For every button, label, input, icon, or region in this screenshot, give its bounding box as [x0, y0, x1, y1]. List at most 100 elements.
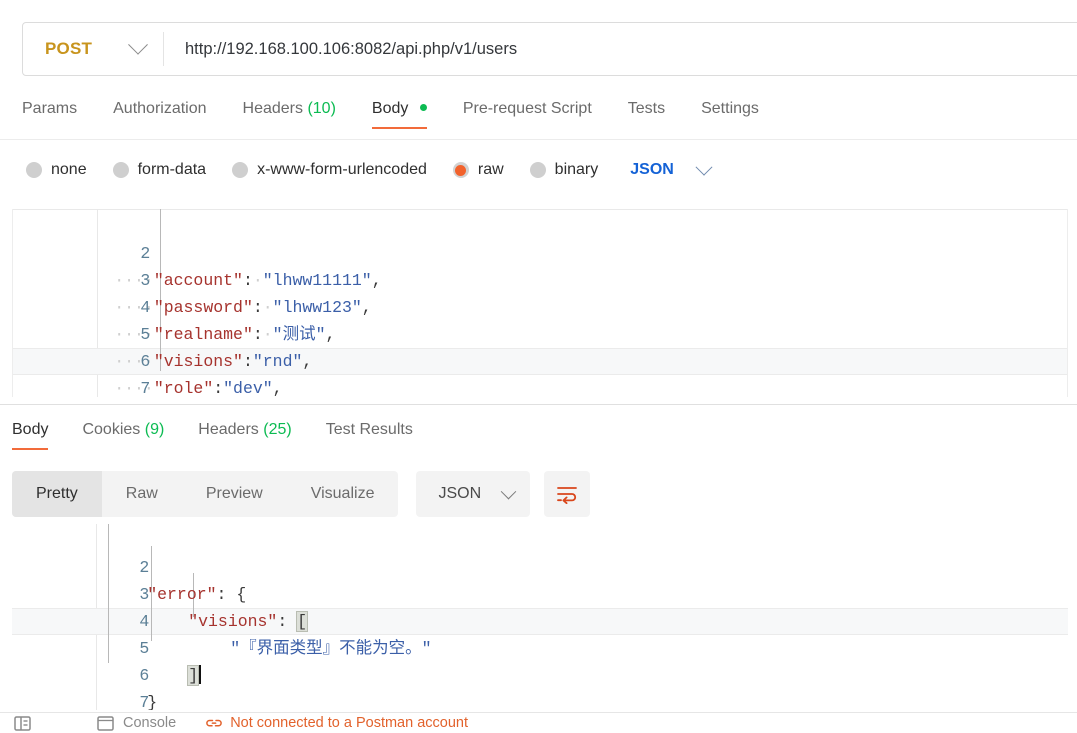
editor-top-divider — [13, 209, 1067, 210]
line-number: 5 — [92, 321, 150, 348]
console-button[interactable]: Console — [97, 715, 176, 731]
body-type-urlencoded[interactable]: x-www-form-urlencoded — [232, 161, 427, 179]
line-number: 5 — [91, 635, 149, 662]
body-modified-dot-icon — [420, 104, 427, 111]
response-view-toolbar: Pretty Raw Preview Visualize JSON — [12, 471, 590, 517]
response-body-editor[interactable]: 2 "error": { 3 "visions": [ 4 "『界面类型』不能为… — [12, 524, 1068, 710]
code-line: 2 "error": { — [12, 527, 1068, 554]
line-number: 4 — [92, 294, 150, 321]
response-tab-cookies-label: Cookies — [82, 421, 140, 438]
body-type-raw-label: raw — [478, 161, 504, 179]
space-dot: · — [263, 325, 273, 344]
tab-settings-label: Settings — [701, 100, 759, 117]
response-tab-headers[interactable]: Headers (25) — [198, 417, 291, 450]
chevron-down-icon[interactable] — [695, 159, 712, 176]
response-tab-cookies[interactable]: Cookies (9) — [82, 417, 164, 450]
json-comma: , — [273, 379, 283, 397]
view-mode-visualize[interactable]: Visualize — [287, 471, 399, 517]
json-comma: , — [372, 271, 382, 290]
tab-body[interactable]: Body — [372, 96, 427, 129]
postman-account-status[interactable]: Not connected to a Postman account — [206, 715, 468, 731]
chevron-down-icon — [501, 483, 517, 499]
json-value: "dev" — [223, 379, 273, 397]
space-dot: · — [253, 271, 263, 290]
response-tab-body[interactable]: Body — [12, 417, 48, 450]
json-key: "role" — [154, 379, 213, 397]
word-wrap-icon — [556, 484, 578, 504]
sidebar-toggle-button[interactable] — [14, 716, 31, 731]
body-type-form-data[interactable]: form-data — [113, 161, 206, 179]
tab-headers[interactable]: Headers (10) — [243, 96, 336, 129]
bracket-match-close: ] — [188, 666, 198, 685]
request-body-editor[interactable]: 2 ····"account":·"lhww11111", 3 ····"pas… — [12, 209, 1068, 397]
response-view-mode-group: Pretty Raw Preview Visualize — [12, 471, 398, 517]
word-wrap-button[interactable] — [544, 471, 590, 517]
json-value: "rnd" — [253, 352, 303, 371]
bracket-match-open: [ — [297, 612, 307, 631]
tab-settings[interactable]: Settings — [701, 96, 759, 129]
tab-body-label: Body — [372, 100, 408, 117]
line-content: "error": { — [147, 581, 246, 608]
json-comma: , — [362, 298, 372, 317]
text-cursor — [199, 665, 201, 684]
code-line: 3 ····"password":·"lhww123", — [13, 240, 1067, 267]
tab-headers-count: (10) — [307, 100, 335, 117]
json-key: "visions" — [188, 612, 277, 631]
code-line-active: 5 ] — [12, 608, 1068, 635]
response-tab-headers-count: (25) — [263, 421, 291, 438]
json-colon: : — [253, 298, 263, 317]
body-type-urlencoded-label: x-www-form-urlencoded — [257, 161, 427, 179]
body-type-none-label: none — [51, 161, 87, 179]
json-colon: : — [277, 612, 297, 631]
body-type-form-data-label: form-data — [138, 161, 206, 179]
code-line: 7 } — [12, 662, 1068, 689]
json-key: "visions" — [154, 352, 243, 371]
sidebar-toggle-icon — [14, 716, 31, 731]
json-key: "error" — [147, 585, 216, 604]
http-method-selector[interactable]: POST — [23, 23, 163, 75]
response-tab-body-label: Body — [12, 421, 48, 438]
json-comma: , — [325, 325, 335, 344]
view-mode-preview[interactable]: Preview — [182, 471, 287, 517]
view-mode-pretty[interactable]: Pretty — [12, 471, 102, 517]
http-method-label: POST — [45, 39, 92, 59]
tab-tests-label: Tests — [628, 100, 665, 117]
request-url-input[interactable] — [164, 22, 1077, 76]
json-colon: : — [243, 271, 253, 290]
json-colon: : — [243, 352, 253, 371]
radio-icon — [232, 162, 248, 178]
json-colon: : — [213, 379, 223, 397]
response-tab-test-results[interactable]: Test Results — [326, 417, 413, 450]
radio-icon — [26, 162, 42, 178]
json-value: "lhww123" — [273, 298, 362, 317]
postman-account-label: Not connected to a Postman account — [230, 715, 468, 731]
json-key: "password" — [154, 298, 253, 317]
console-icon — [97, 716, 114, 731]
body-type-raw[interactable]: raw — [453, 161, 504, 179]
line-content: ] — [188, 662, 201, 689]
tab-headers-label: Headers — [243, 100, 303, 117]
radio-icon — [113, 162, 129, 178]
view-mode-pretty-label: Pretty — [36, 485, 78, 503]
tab-params-label: Params — [22, 100, 77, 117]
tab-params[interactable]: Params — [22, 96, 77, 129]
response-format-selector[interactable]: JSON — [416, 471, 530, 517]
tab-pre-request-script[interactable]: Pre-request Script — [463, 96, 592, 129]
tab-tests[interactable]: Tests — [628, 96, 665, 129]
json-value: "lhww11111" — [263, 271, 372, 290]
line-number: 3 — [91, 581, 149, 608]
line-number: 2 — [91, 554, 149, 581]
code-line: 3 "visions": [ — [12, 554, 1068, 581]
body-type-binary[interactable]: binary — [530, 161, 599, 179]
json-value: "测试" — [273, 325, 326, 344]
postman-window: POST Params Authorization Headers (10) B… — [0, 0, 1077, 733]
response-tab-bar: Body Cookies (9) Headers (25) Test Resul… — [12, 417, 447, 450]
line-content: ····"password":·"lhww123", — [114, 294, 371, 321]
body-type-none[interactable]: none — [26, 161, 87, 179]
json-key: "account" — [154, 271, 243, 290]
response-tab-test-results-label: Test Results — [326, 421, 413, 438]
raw-format-selector[interactable]: JSON — [630, 161, 674, 179]
view-mode-raw[interactable]: Raw — [102, 471, 182, 517]
tab-authorization[interactable]: Authorization — [113, 96, 206, 129]
console-label: Console — [123, 715, 176, 731]
